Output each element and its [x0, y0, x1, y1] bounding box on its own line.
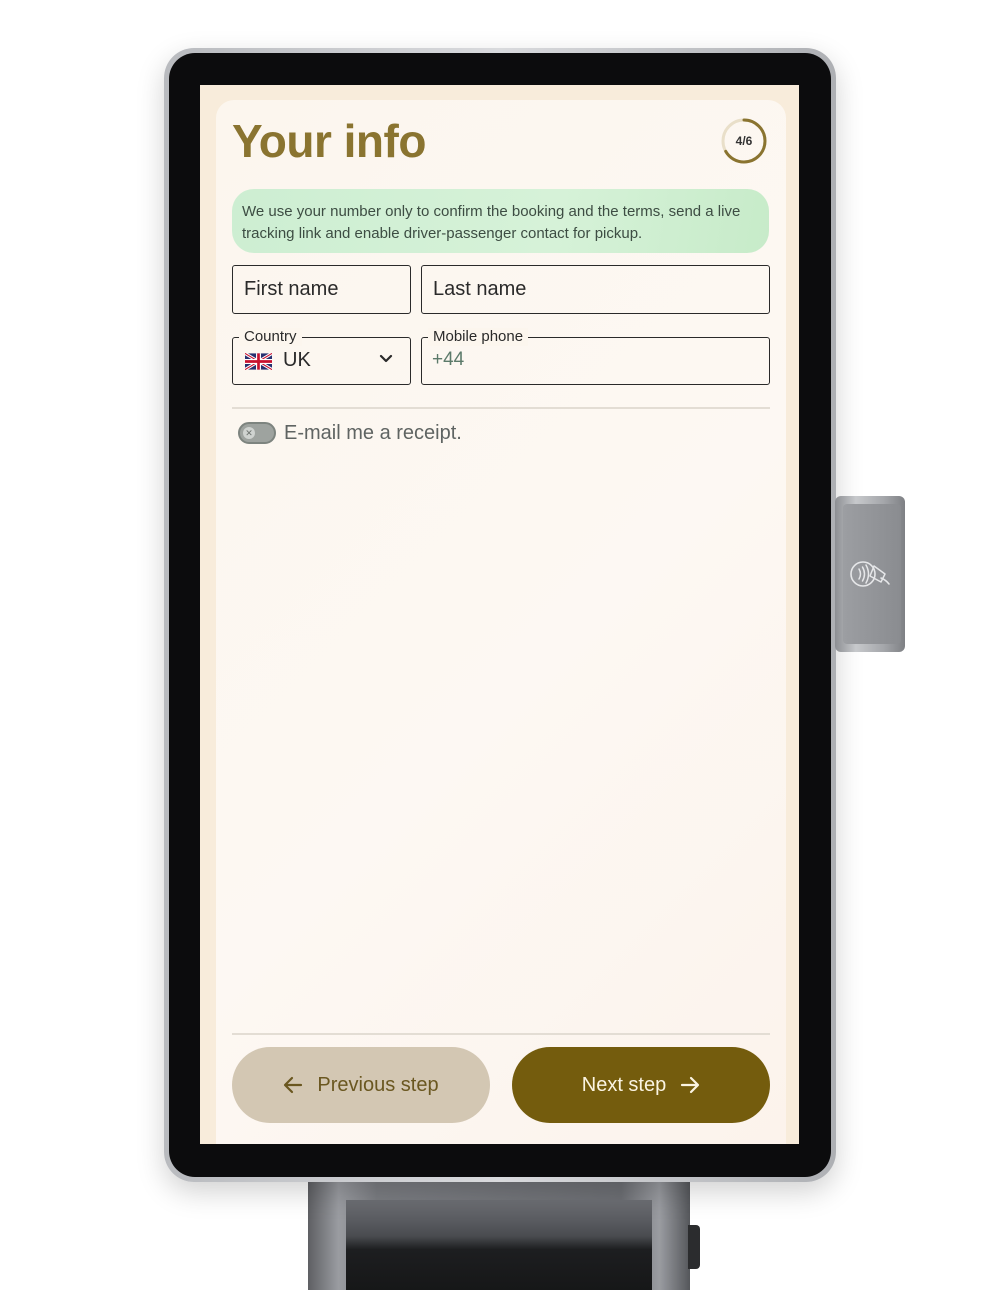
- mobile-phone-label: Mobile phone: [428, 328, 529, 346]
- content-panel: [216, 100, 786, 1144]
- arrow-left-icon: [284, 1076, 303, 1094]
- uk-flag-icon: [245, 353, 272, 370]
- country-value: UK: [283, 349, 311, 371]
- page-title: Your info: [232, 115, 426, 167]
- form-divider: [232, 407, 770, 409]
- toggle-off-icon: ✕: [243, 427, 255, 439]
- email-receipt-label: E-mail me a receipt.: [284, 422, 462, 444]
- country-select[interactable]: Country UK: [232, 328, 411, 385]
- first-name-field[interactable]: [232, 265, 411, 314]
- previous-step-label: Previous step: [317, 1073, 439, 1096]
- mobile-phone-field[interactable]: Mobile phone: [421, 328, 770, 385]
- country-label: Country: [239, 328, 302, 346]
- kiosk-stand-inner: [346, 1200, 652, 1290]
- footer-divider: [232, 1033, 770, 1035]
- last-name-field[interactable]: [421, 265, 770, 314]
- privacy-notice: We use your number only to confirm the b…: [232, 189, 769, 253]
- next-step-button[interactable]: Next step: [512, 1047, 770, 1123]
- step-indicator: 4/6: [735, 134, 753, 148]
- kiosk-side-button: [688, 1225, 700, 1269]
- previous-step-button[interactable]: Previous step: [232, 1047, 490, 1123]
- email-receipt-toggle[interactable]: ✕: [238, 422, 276, 444]
- mobile-phone-input[interactable]: [432, 347, 752, 373]
- arrow-right-icon: [681, 1076, 700, 1094]
- next-step-label: Next step: [581, 1073, 667, 1096]
- contactless-icon: [850, 561, 890, 587]
- chevron-down-icon: [379, 354, 393, 363]
